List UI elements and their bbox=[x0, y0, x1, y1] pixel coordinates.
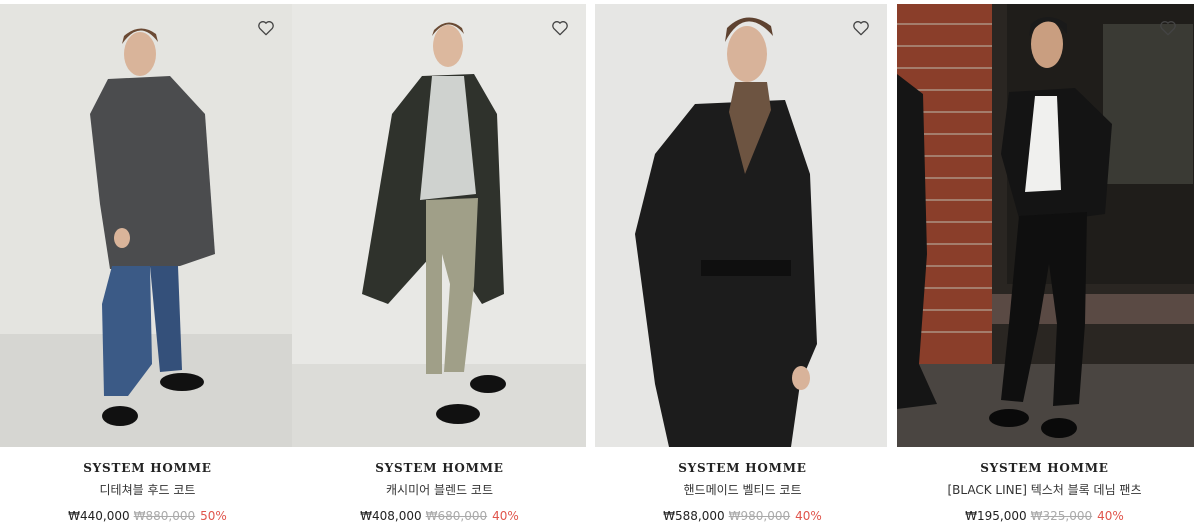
product-photo[interactable] bbox=[897, 4, 1194, 447]
sale-price: ₩588,000 bbox=[663, 509, 725, 523]
heart-icon[interactable] bbox=[256, 18, 276, 38]
product-brand[interactable]: SYSTEM HOMME bbox=[897, 460, 1192, 476]
product-info: SYSTEM HOMME 캐시미어 블렌드 코트 ₩408,000 ₩680,00… bbox=[292, 460, 587, 524]
product-card[interactable]: SYSTEM HOMME 디테쳐블 후드 코트 ₩440,000 ₩880,000… bbox=[0, 4, 295, 529]
product-photo[interactable] bbox=[0, 4, 292, 447]
original-price: ₩680,000 bbox=[425, 509, 488, 523]
sale-price: ₩440,000 bbox=[68, 509, 130, 523]
product-brand[interactable]: SYSTEM HOMME bbox=[292, 460, 587, 476]
price-row: ₩195,000 ₩325,000 40% bbox=[897, 508, 1192, 524]
original-price: ₩325,000 bbox=[1030, 509, 1093, 523]
product-name[interactable]: 핸드메이드 벨티드 코트 bbox=[595, 482, 890, 498]
original-price: ₩880,000 bbox=[133, 509, 196, 523]
discount-rate: 50% bbox=[200, 509, 227, 523]
product-info: SYSTEM HOMME 핸드메이드 벨티드 코트 ₩588,000 ₩980,0… bbox=[595, 460, 890, 524]
product-brand[interactable]: SYSTEM HOMME bbox=[595, 460, 890, 476]
price-row: ₩408,000 ₩680,000 40% bbox=[292, 508, 587, 524]
product-card[interactable]: SYSTEM HOMME 핸드메이드 벨티드 코트 ₩588,000 ₩980,0… bbox=[595, 4, 890, 529]
product-brand[interactable]: SYSTEM HOMME bbox=[0, 460, 295, 476]
heart-icon[interactable] bbox=[851, 18, 871, 38]
product-info: SYSTEM HOMME 디테쳐블 후드 코트 ₩440,000 ₩880,000… bbox=[0, 460, 295, 524]
heart-icon[interactable] bbox=[1158, 18, 1178, 38]
product-name[interactable]: 디테쳐블 후드 코트 bbox=[0, 482, 295, 498]
discount-rate: 40% bbox=[795, 509, 822, 523]
product-card[interactable]: SYSTEM HOMME [BLACK LINE] 텍스처 블록 데님 팬츠 ₩… bbox=[897, 4, 1194, 529]
product-photo[interactable] bbox=[292, 4, 586, 447]
price-row: ₩440,000 ₩880,000 50% bbox=[0, 508, 295, 524]
product-info: SYSTEM HOMME [BLACK LINE] 텍스처 블록 데님 팬츠 ₩… bbox=[897, 460, 1192, 524]
sale-price: ₩408,000 bbox=[360, 509, 422, 523]
heart-icon[interactable] bbox=[550, 18, 570, 38]
discount-rate: 40% bbox=[1097, 509, 1124, 523]
discount-rate: 40% bbox=[492, 509, 519, 523]
product-grid: SYSTEM HOMME 디테쳐블 후드 코트 ₩440,000 ₩880,000… bbox=[0, 4, 1200, 529]
sale-price: ₩195,000 bbox=[965, 509, 1027, 523]
product-card[interactable]: SYSTEM HOMME 캐시미어 블렌드 코트 ₩408,000 ₩680,00… bbox=[292, 4, 587, 529]
product-photo[interactable] bbox=[595, 4, 887, 447]
original-price: ₩980,000 bbox=[728, 509, 791, 523]
product-name[interactable]: 캐시미어 블렌드 코트 bbox=[292, 482, 587, 498]
price-row: ₩588,000 ₩980,000 40% bbox=[595, 508, 890, 524]
product-name[interactable]: [BLACK LINE] 텍스처 블록 데님 팬츠 bbox=[897, 482, 1192, 498]
